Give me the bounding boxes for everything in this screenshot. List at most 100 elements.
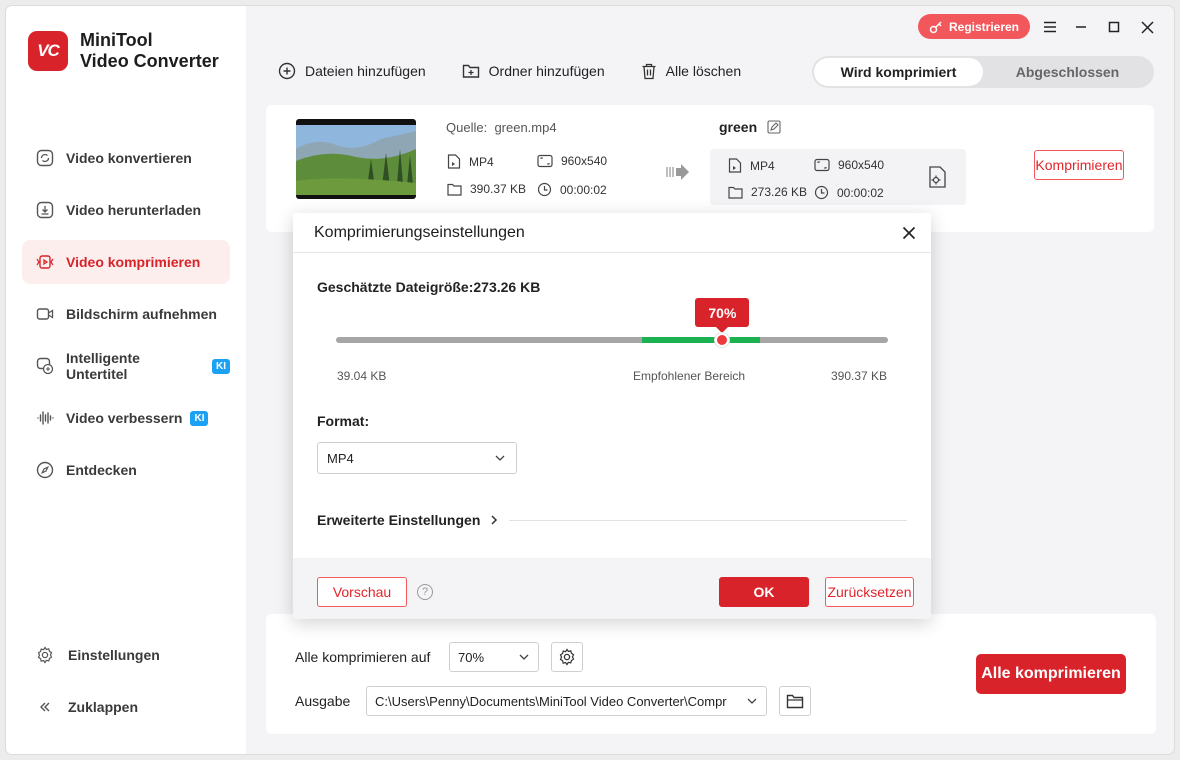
out-size: 273.26 KB xyxy=(728,185,807,199)
source-filename: green.mp4 xyxy=(494,120,557,135)
compress-all-select[interactable]: 70% xyxy=(449,642,539,672)
folder-plus-icon xyxy=(462,64,479,78)
compress-settings-button[interactable] xyxy=(551,642,583,672)
sidebar-item-convert[interactable]: Video konvertieren xyxy=(22,136,230,180)
output-path-select[interactable]: C:\Users\Penny\Documents\MiniTool Video … xyxy=(366,686,767,716)
resolution-icon xyxy=(814,158,830,172)
chevron-down-icon xyxy=(495,455,505,461)
preview-button[interactable]: Vorschau xyxy=(317,577,407,607)
divider xyxy=(509,520,907,521)
chevron-right-icon xyxy=(491,515,498,525)
add-files-button[interactable]: Dateien hinzufügen xyxy=(278,62,426,80)
chevron-down-icon xyxy=(747,698,757,704)
src-format: MP4 xyxy=(447,154,494,169)
hamburger-icon xyxy=(1044,21,1056,33)
advanced-settings-toggle[interactable]: Erweiterte Einstellungen xyxy=(317,512,499,528)
src-resolution: 960x540 xyxy=(537,154,607,168)
toolbar: Dateien hinzufügen Ordner hinzufügen All… xyxy=(278,62,777,80)
double-chevron-left-icon xyxy=(36,698,54,716)
compress-button[interactable]: Komprimieren xyxy=(1034,150,1124,180)
plus-circle-icon xyxy=(278,62,296,80)
close-icon xyxy=(902,226,916,240)
sidebar-item-subtitles[interactable]: Intelligente Untertitel KI xyxy=(22,344,230,388)
folder-icon xyxy=(447,183,462,196)
slider-thumb[interactable] xyxy=(715,333,730,347)
compress-icon xyxy=(36,253,54,271)
out-format: MP4 xyxy=(728,158,775,173)
sidebar-item-enhance[interactable]: Video verbessern KI xyxy=(22,396,230,440)
ok-button[interactable]: OK xyxy=(719,577,809,607)
output-label: Ausgabe xyxy=(295,693,351,709)
recommended-range xyxy=(642,337,760,343)
folder-icon xyxy=(786,694,804,708)
status-tabs: Wird komprimiert Abgeschlossen xyxy=(812,56,1154,88)
output-name: green xyxy=(719,119,781,135)
estimated-size: Geschätzte Dateigröße:273.26 KB xyxy=(317,279,541,295)
compression-slider[interactable] xyxy=(336,333,888,347)
minimize-icon xyxy=(1076,26,1086,28)
sidebar-nav: Video konvertieren Video herunterladen V… xyxy=(22,136,230,500)
file-settings-icon[interactable] xyxy=(928,166,948,191)
format-label: Format: xyxy=(317,413,370,429)
edit-icon[interactable] xyxy=(767,120,781,134)
video-thumbnail[interactable] xyxy=(296,119,416,199)
landscape-thumbnail-image xyxy=(296,119,416,199)
compress-all-button[interactable]: Alle komprimieren xyxy=(976,654,1126,694)
download-icon xyxy=(36,201,54,219)
dialog-title: Komprimierungseinstellungen xyxy=(314,223,525,241)
sidebar: VC MiniTool Video Converter Video konver… xyxy=(6,6,246,754)
folder-icon xyxy=(728,186,743,199)
source-label: Quelle: green.mp4 xyxy=(446,120,557,135)
maximize-button[interactable] xyxy=(1103,16,1125,38)
dialog-header: Komprimierungseinstellungen xyxy=(293,213,931,253)
format-select[interactable]: MP4 xyxy=(317,442,517,474)
chevron-down-icon xyxy=(519,654,529,660)
file-video-icon xyxy=(447,154,461,169)
sidebar-item-download[interactable]: Video herunterladen xyxy=(22,188,230,232)
output-info: MP4 960x540 273.26 KB 00:00:02 xyxy=(710,149,966,205)
menu-button[interactable] xyxy=(1039,16,1061,38)
close-icon xyxy=(1140,20,1154,34)
reset-button[interactable]: Zurücksetzen xyxy=(825,577,914,607)
subtitle-icon xyxy=(36,357,54,375)
dialog-close-button[interactable] xyxy=(899,223,919,243)
browse-folder-button[interactable] xyxy=(779,686,811,716)
ki-badge: KI xyxy=(212,358,230,374)
app-logo: VC MiniTool Video Converter xyxy=(28,30,219,72)
gear-icon xyxy=(559,648,575,666)
dialog-footer: Vorschau ? OK Zurücksetzen xyxy=(293,558,931,619)
gear-icon xyxy=(36,646,54,664)
recommended-label: Empfohlener Bereich xyxy=(633,369,746,383)
clock-icon xyxy=(814,185,829,200)
file-video-icon xyxy=(728,158,742,173)
clock-icon xyxy=(537,182,552,197)
sidebar-item-record[interactable]: Bildschirm aufnehmen xyxy=(22,292,230,336)
tab-compressing[interactable]: Wird komprimiert xyxy=(814,58,983,86)
src-size: 390.37 KB xyxy=(447,182,526,196)
logo-icon: VC xyxy=(28,31,68,71)
clear-all-button[interactable]: Alle löschen xyxy=(641,63,741,80)
camera-icon xyxy=(36,305,54,323)
register-button[interactable]: Registrieren xyxy=(918,14,1030,39)
slider-value-tooltip: 70% xyxy=(695,298,750,333)
bottom-bar: Alle komprimieren auf 70% Ausgabe C:\Use… xyxy=(266,614,1156,734)
app-title: MiniTool Video Converter xyxy=(80,30,219,71)
collapse-link[interactable]: Zuklappen xyxy=(36,698,226,716)
src-duration: 00:00:02 xyxy=(537,182,607,197)
minimize-button[interactable] xyxy=(1070,16,1092,38)
tab-completed[interactable]: Abgeschlossen xyxy=(983,58,1152,86)
sidebar-item-compress[interactable]: Video komprimieren xyxy=(22,240,230,284)
ki-badge: KI xyxy=(190,410,209,426)
sidebar-item-discover[interactable]: Entdecken xyxy=(22,448,230,492)
key-icon xyxy=(929,20,942,33)
close-window-button[interactable] xyxy=(1136,16,1158,38)
resolution-icon xyxy=(537,154,553,168)
out-duration: 00:00:02 xyxy=(814,185,884,200)
compression-settings-dialog: Komprimierungseinstellungen Geschätzte D… xyxy=(293,213,931,619)
help-icon[interactable]: ? xyxy=(417,584,433,600)
settings-link[interactable]: Einstellungen xyxy=(36,646,226,664)
add-folder-button[interactable]: Ordner hinzufügen xyxy=(462,63,605,79)
slider-max-label: 390.37 KB xyxy=(831,369,888,383)
convert-icon xyxy=(36,149,54,167)
out-resolution: 960x540 xyxy=(814,158,884,172)
